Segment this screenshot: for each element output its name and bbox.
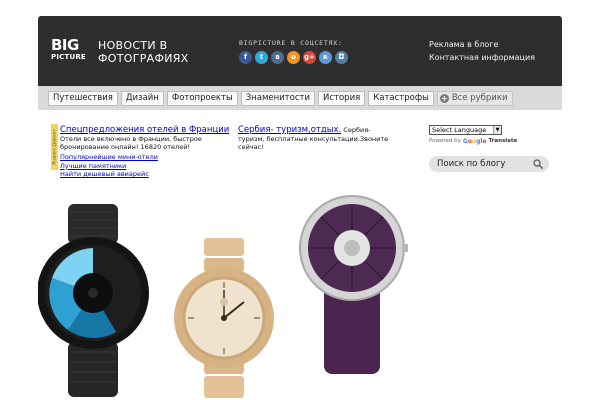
nav-item-design[interactable]: Дизайн xyxy=(120,91,164,106)
social-label: BIGPICTURE В СОЦСЕТЯХ: xyxy=(239,39,343,47)
ad-sublink-cheap-flight[interactable]: Найти дешевый авиарейс xyxy=(60,170,149,179)
search-icon[interactable] xyxy=(533,159,543,169)
nav-item-celebrities[interactable]: Знаменитости xyxy=(240,91,315,106)
social-icons: f t в о g+ ʀ ◘ xyxy=(239,51,348,64)
site-title[interactable]: НОВОСТИ В ФОТОГРАФИЯХ xyxy=(98,39,248,65)
nav-item-disasters[interactable]: Катастрофы xyxy=(368,91,434,106)
yandex-direct-label: Яндекс.Директ xyxy=(52,129,57,165)
wooden-watch xyxy=(174,238,274,398)
plus-icon: + xyxy=(439,94,449,103)
facebook-icon[interactable]: f xyxy=(239,51,252,64)
ad-sublink-monuments[interactable]: Лучшие памятники xyxy=(60,162,126,171)
category-navbar: Путешествия Дизайн Фотопроекты Знаменито… xyxy=(38,86,562,110)
contacts-link[interactable]: Контактная информация xyxy=(429,51,535,64)
language-select[interactable]: Select Language ▼ xyxy=(429,125,502,135)
site-title-line1: НОВОСТИ В xyxy=(98,39,168,52)
header-links: Реклама в блоге Контактная информация xyxy=(429,38,535,64)
language-select-value: Select Language xyxy=(432,126,487,134)
site-logo[interactable]: BIG PICTURE xyxy=(51,38,87,66)
ad-france-hotels-link[interactable]: Спецпредложения отелей в Франции xyxy=(60,125,229,135)
googleplus-icon[interactable]: g+ xyxy=(303,51,316,64)
advertising-link[interactable]: Реклама в блоге xyxy=(429,38,535,51)
site-title-line2: ФОТОГРАФИЯХ xyxy=(98,52,189,65)
ad-sublink-mini-hotels[interactable]: Популярнейшие мини-отели xyxy=(60,153,158,162)
search-placeholder: Поиск по блогу xyxy=(437,159,506,169)
nav-item-history[interactable]: История xyxy=(317,91,366,106)
powered-by-label: Powered by xyxy=(429,138,461,144)
all-categories-button[interactable]: + Все рубрики xyxy=(436,91,513,106)
odnoklassniki-icon[interactable]: о xyxy=(287,51,300,64)
google-logo: Google xyxy=(462,138,487,145)
page: BIG PICTURE НОВОСТИ В ФОТОГРАФИЯХ BIGPIC… xyxy=(0,0,600,400)
vkontakte-icon[interactable]: в xyxy=(271,51,284,64)
instagram-icon[interactable]: ◘ xyxy=(335,51,348,64)
watches-illustration xyxy=(37,195,408,398)
ad-serbia-tourism-link[interactable]: Сербия- туризм,отдых. xyxy=(238,125,341,135)
rss-icon[interactable]: ʀ xyxy=(319,51,332,64)
black-blue-watch xyxy=(37,204,149,397)
yandex-direct-badge[interactable]: Яндекс.Директ xyxy=(51,124,58,170)
logo-text-bottom: PICTURE xyxy=(51,53,86,61)
google-translate-credit: Powered by Google Translate xyxy=(429,138,517,145)
ad-france-hotels-text: Отели все включено в Франции, быстрое бр… xyxy=(60,134,202,152)
logo-text-top: BIG xyxy=(51,36,79,54)
all-categories-label: Все рубрики xyxy=(451,93,508,103)
nav-item-travel[interactable]: Путешествия xyxy=(48,91,118,106)
translate-link[interactable]: Translate xyxy=(489,138,518,145)
purple-watch xyxy=(299,195,408,374)
category-nav: Путешествия Дизайн Фотопроекты Знаменито… xyxy=(48,91,513,106)
ad-france-hotels: Спецпредложения отелей в Франции Отели в… xyxy=(60,126,235,152)
nav-item-photoprojects[interactable]: Фотопроекты xyxy=(166,91,238,106)
main-article-photo[interactable] xyxy=(37,190,562,400)
blog-search-input[interactable]: Поиск по блогу xyxy=(429,156,549,172)
ad-sublinks: Популярнейшие мини-отели Лучшие памятник… xyxy=(60,153,235,179)
chevron-down-icon: ▼ xyxy=(493,126,501,134)
site-header: BIG PICTURE НОВОСТИ В ФОТОГРАФИЯХ BIGPIC… xyxy=(38,16,562,86)
twitter-icon[interactable]: t xyxy=(255,51,268,64)
ad-serbia-tourism: Сербия- туризм,отдых. Сербия- туризм, бе… xyxy=(238,126,398,152)
